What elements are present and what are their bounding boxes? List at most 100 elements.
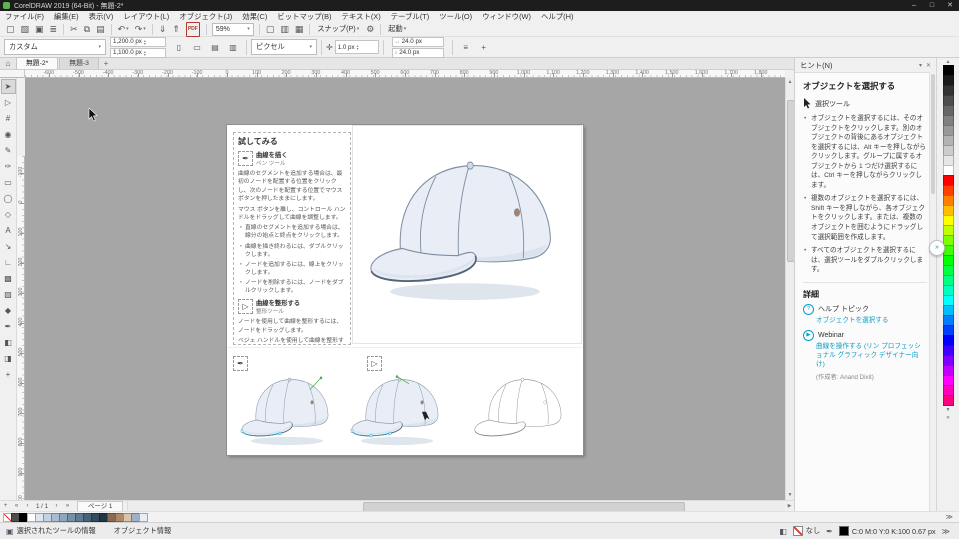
scroll-up-icon[interactable]: ▲ [786,78,794,87]
page-1-tab[interactable]: ページ 1 [77,501,123,512]
menu-item-2[interactable]: 表示(V) [84,11,119,22]
palette-scroll-down-icon[interactable]: ▼ [937,406,959,414]
portrait-button[interactable]: ▯ [171,39,187,55]
toolbar-open-button[interactable]: ▧ [19,23,32,36]
toolbar-paste-button[interactable]: ▤ [94,23,107,36]
toolbar-cut-button[interactable]: ✂ [68,23,80,36]
docker-expand-icon[interactable]: » [929,240,945,256]
docker-close-icon[interactable]: ✕ [926,62,931,69]
rectangle-tool[interactable]: ▭ [1,175,16,190]
drop-shadow-tool[interactable]: ▩ [1,271,16,286]
text-tool[interactable]: A [1,223,16,238]
spinner-icon[interactable]: ▴▾ [357,44,359,50]
treat-as-filled-button[interactable]: ≡ [458,39,474,55]
crop-tool[interactable]: # [1,111,16,126]
color-eyedropper-tool[interactable]: ◆ [1,303,16,318]
interactive-fill-tool[interactable]: ◨ [1,351,16,366]
toolbar-undo-button[interactable]: ↶▾ [116,23,131,36]
doc-palette-swatch-17[interactable] [139,513,148,522]
last-page-button[interactable]: » [62,501,73,511]
home-tab-icon[interactable]: ⌂ [0,58,16,69]
units-combo[interactable]: ピクセル▾ [251,39,317,55]
polygon-tool[interactable]: ◇ [1,207,16,222]
cap-photo-small-2[interactable] [347,372,447,448]
spinner-icon[interactable]: ▴▾ [144,50,146,56]
next-page-button[interactable]: › [51,501,62,511]
menu-item-6[interactable]: ビットマップ(B) [272,11,336,22]
toolbar-view-rulers-button[interactable]: ▥ [278,23,291,36]
zoom-level-combo[interactable]: 59%▾ [212,23,254,36]
zoom-tool[interactable]: ◉ [1,127,16,142]
menu-item-3[interactable]: レイアウト(L) [118,11,174,22]
first-page-button[interactable]: « [11,501,22,511]
menu-item-8[interactable]: テーブル(T) [386,11,435,22]
previous-page-button[interactable]: ‹ [22,501,33,511]
page-width-field[interactable]: 1,200.0 px▴▾ [110,37,166,47]
menu-item-11[interactable]: ヘルプ(H) [536,11,578,22]
webinar-link[interactable]: 曲線を操作する (リン プロフェッショナル グラフィック デザイナー向け) [816,342,927,370]
toolbar-view-grid-button[interactable]: ▦ [293,23,306,36]
page-size-preset-combo[interactable]: カスタム▾ [4,39,106,55]
horizontal-scrollbar[interactable] [127,501,785,511]
scroll-right-icon[interactable]: ▶ [785,503,794,509]
docker-options-icon[interactable]: ▾ [919,62,922,69]
transparency-tool[interactable]: ▨ [1,287,16,302]
toolbar-export-button[interactable]: ⇑ [170,23,182,36]
shape-tool[interactable]: ▷ [1,95,16,110]
help-topic-link[interactable]: オブジェクトを選択する [816,316,927,325]
document-tab-1[interactable]: 無題-3 [59,57,99,69]
minimize-button[interactable]: – [905,0,923,11]
document-palette-options-icon[interactable]: ≫ [946,513,953,521]
menu-item-9[interactable]: ツール(O) [434,11,477,22]
docker-title-tab[interactable]: ヒント(N) [800,60,832,71]
maximize-button[interactable]: □ [923,0,941,11]
snap-button[interactable]: スナップ(P)▾ [313,23,363,36]
current-page-button[interactable]: ▤ [207,39,223,55]
menu-item-0[interactable]: ファイル(F) [0,11,49,22]
status-options-icon[interactable]: ≫ [942,527,950,536]
all-pages-button[interactable]: ▥ [225,39,241,55]
artistic-media-tool[interactable]: ✑ [1,159,16,174]
toolbar-copy-button[interactable]: ⧉ [82,23,92,36]
duplicate-distance-y-field[interactable]: ↕ 24.0 px [392,48,444,58]
add-page-button[interactable]: + [0,501,11,511]
outline-pen-tool[interactable]: ✒ [1,319,16,334]
palette-flyout-icon[interactable]: » [937,414,959,423]
docker-scrollbar[interactable] [929,72,936,511]
cap-photo-large[interactable] [361,150,569,306]
palette-scroll-up-icon[interactable]: ▲ [937,58,959,66]
toolbar-options-button[interactable]: ⚙ [364,23,376,36]
document-tab-0[interactable]: 無題-2* [16,57,58,69]
ruler-origin-corner[interactable] [0,70,25,78]
scroll-down-icon[interactable]: ▼ [786,491,794,500]
document-page[interactable]: 試してみる ✒曲線を描くペン ツール曲線のセグメントを追加する場合は、最初のノー… [227,125,583,455]
dimension-tool[interactable]: ↘ [1,239,16,254]
toolbar-save-button[interactable]: ▣ [33,23,46,36]
nudge-distance-field[interactable]: 1.0 px▴▾ [335,40,379,54]
menu-item-1[interactable]: 編集(E) [49,11,84,22]
toolbar-new-document-button[interactable]: ▢ [4,23,17,36]
palette-swatch-33[interactable] [943,395,954,406]
horizontal-ruler[interactable]: -600-500-400-300-200-1000100200300400500… [25,70,785,78]
page-height-field[interactable]: 1,100.0 px▴▾ [110,48,166,58]
toolbar-full-screen-preview-button[interactable]: ▢ [264,23,277,36]
new-tab-button[interactable]: + [100,58,112,69]
drawing-canvas[interactable]: 試してみる ✒曲線を描くペン ツール曲線のセグメントを追加する場合は、最初のノー… [25,78,785,500]
cap-photo-small-1[interactable] [237,372,337,448]
more-tools[interactable]: + [1,367,16,382]
ellipse-tool[interactable]: ◯ [1,191,16,206]
launch-button[interactable]: 起動▾ [384,23,410,36]
vertical-ruler[interactable]: -10001002003004005006007008009001,0001,1… [17,156,25,539]
close-button[interactable]: ✕ [941,0,959,11]
vertical-scrollbar[interactable]: ▲ ▼ [785,78,794,500]
menu-item-7[interactable]: テキスト(X) [337,11,386,22]
toolbar-publish-pdf-button[interactable]: PDF [184,23,202,36]
menu-item-4[interactable]: オブジェクト(J) [174,11,237,22]
toolbar-import-button[interactable]: ⇓ [157,23,169,36]
add-control-button[interactable]: + [476,39,492,55]
toolbar-print-button[interactable]: ≣ [48,23,60,36]
menu-item-10[interactable]: ウィンドウ(W) [477,11,536,22]
docker-scroll-thumb[interactable] [931,74,935,194]
pick-tool[interactable]: ➤ [1,79,16,94]
fill-tool[interactable]: ◧ [1,335,16,350]
